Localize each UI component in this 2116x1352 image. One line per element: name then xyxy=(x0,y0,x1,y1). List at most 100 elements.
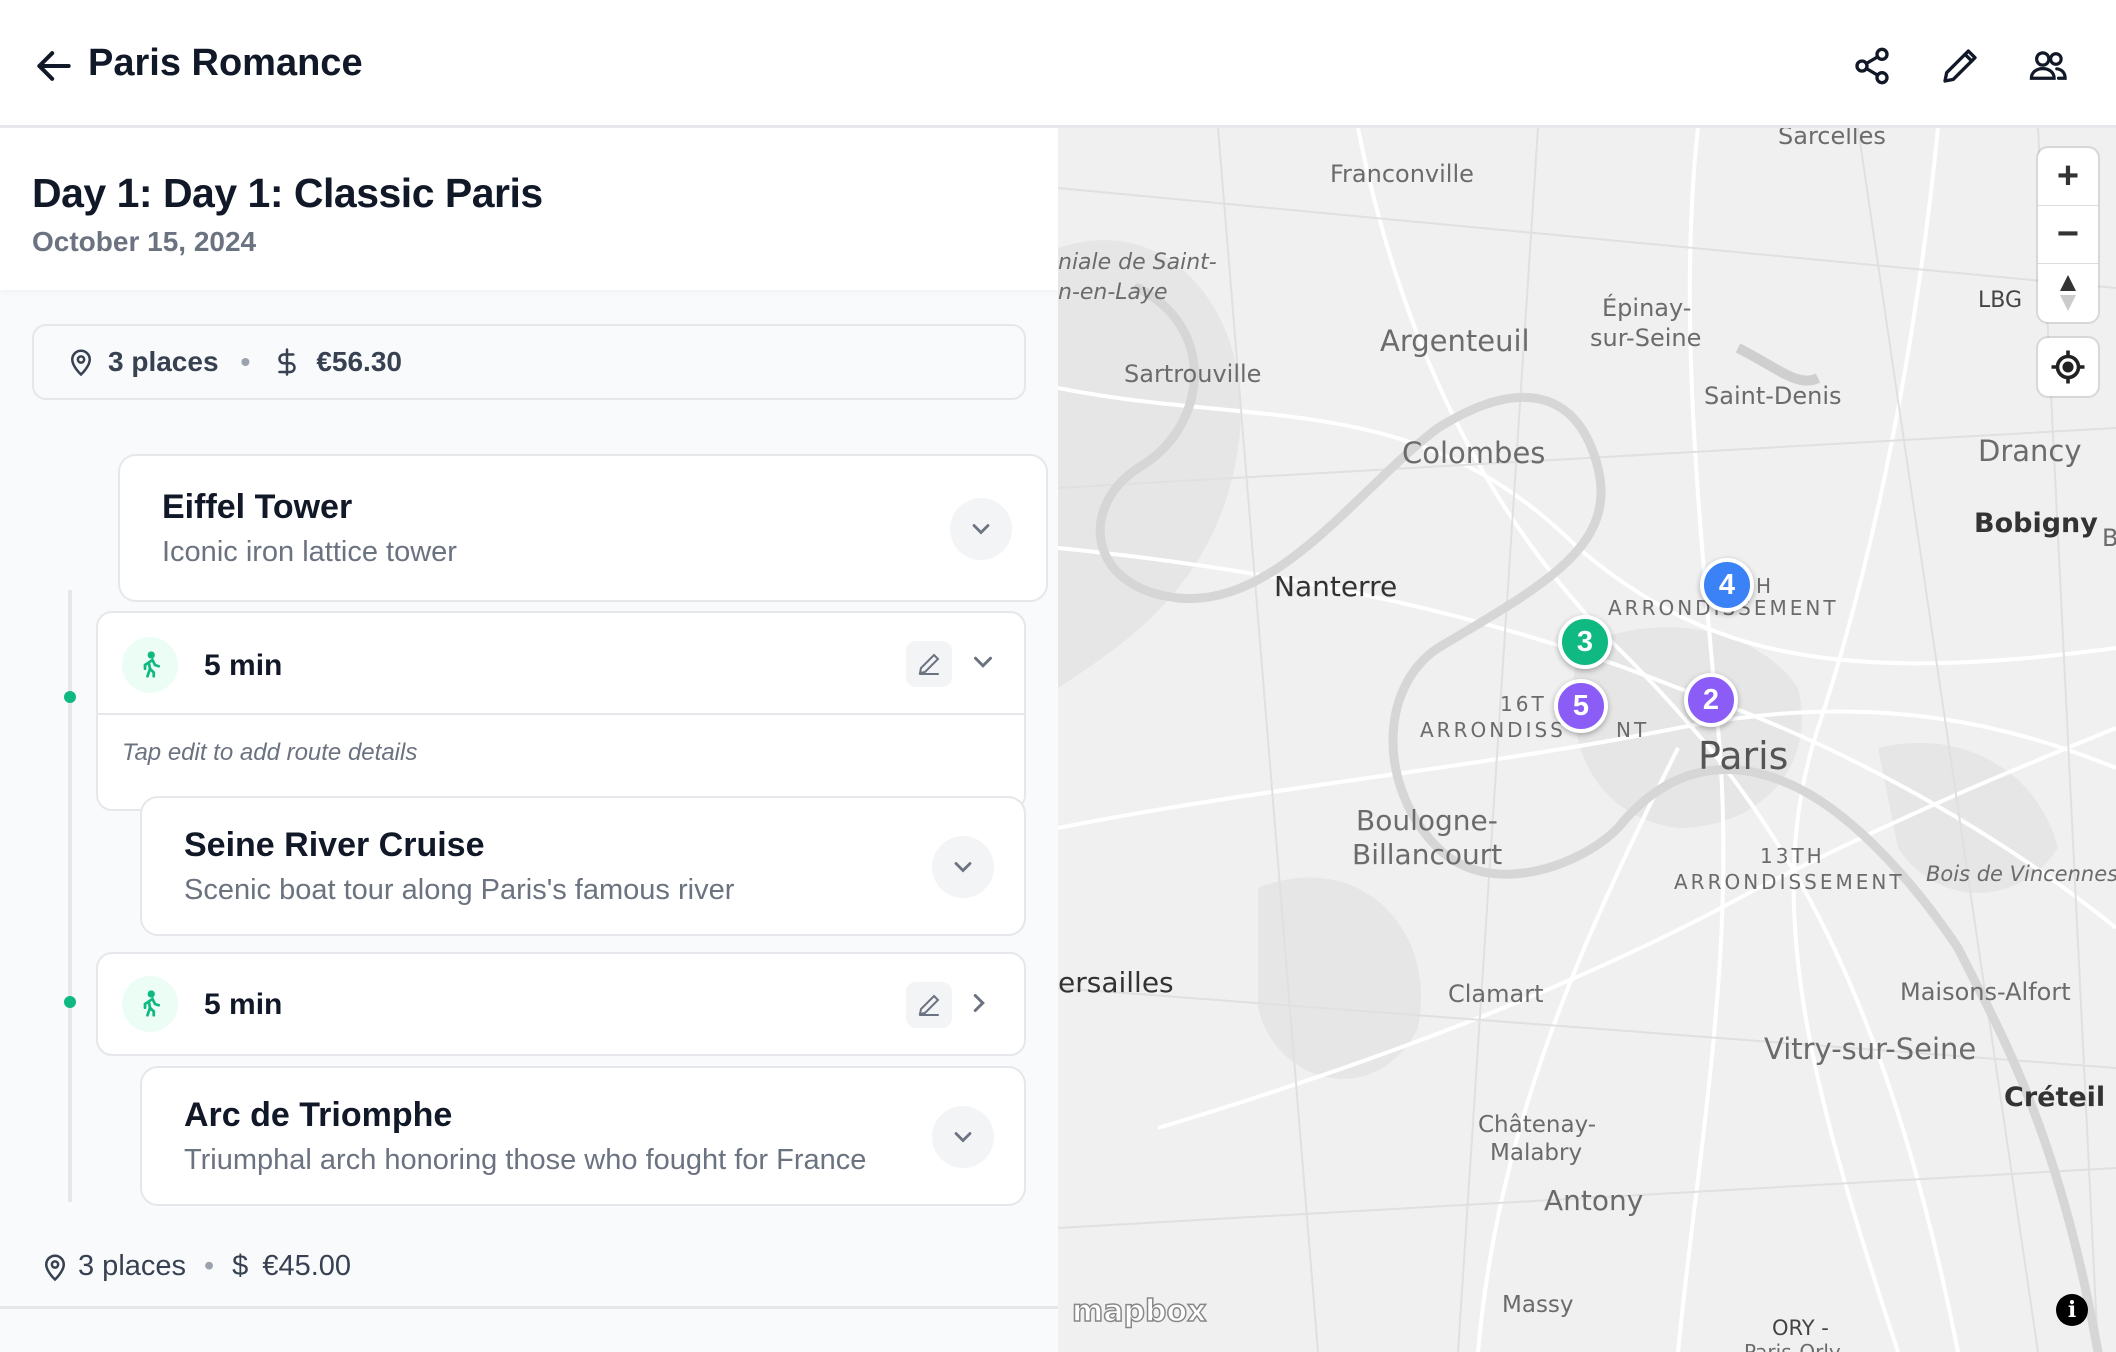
map-label: Sartrouville xyxy=(1124,360,1262,388)
pencil-icon xyxy=(918,653,940,675)
footer-separator: • xyxy=(204,1250,215,1282)
plus-icon: + xyxy=(2056,155,2080,197)
map-pin-icon xyxy=(70,349,92,377)
map-label: ARRONDISS xyxy=(1420,718,1566,742)
map-label: Argenteuil xyxy=(1380,324,1530,358)
map-marker[interactable]: 3 xyxy=(1558,615,1612,669)
walking-icon xyxy=(143,990,161,1017)
map-label: Bobigny xyxy=(1974,508,2098,539)
share-button[interactable] xyxy=(1844,38,1900,94)
map-label: Créteil xyxy=(2004,1082,2106,1113)
collaborators-button[interactable] xyxy=(2020,38,2076,94)
stop-description: Iconic iron lattice tower xyxy=(162,536,457,568)
stop-description: Scenic boat tour along Paris's famous ri… xyxy=(184,874,735,906)
map-label: Bois de Vincennes xyxy=(1926,862,2116,886)
chevron-right-icon xyxy=(973,994,985,1012)
info-icon[interactable]: i xyxy=(2056,1294,2088,1326)
stop-card[interactable]: Seine River Cruise Scenic boat tour alon… xyxy=(140,796,1026,936)
map-label: sur-Seine xyxy=(1590,324,1702,352)
map-label: Franconville xyxy=(1330,160,1474,188)
arrow-left-icon xyxy=(37,51,71,81)
timeline-dot xyxy=(64,996,76,1008)
map-label: Sarcelles xyxy=(1778,128,1886,150)
expand-button[interactable] xyxy=(950,498,1012,560)
map-label: Épinay- xyxy=(1602,294,1692,322)
walking-icon xyxy=(143,651,161,678)
zoom-controls: + − xyxy=(2038,148,2098,322)
edit-route-button[interactable] xyxy=(906,641,952,687)
share-icon xyxy=(1855,47,1889,85)
pencil-icon xyxy=(918,994,940,1016)
users-icon xyxy=(2029,51,2067,80)
map-label: H xyxy=(1756,574,1775,598)
expand-button[interactable] xyxy=(932,1106,994,1168)
map-marker[interactable]: 4 xyxy=(1700,558,1754,612)
itinerary-panel: Day 1: Day 1: Classic Paris October 15, … xyxy=(0,128,1058,1352)
timeline-line xyxy=(68,590,72,930)
map-label: Malabry xyxy=(1490,1140,1583,1166)
day-summary: 3 places • €56.30 xyxy=(32,324,1026,400)
map-label: ORY - xyxy=(1772,1316,1829,1340)
map-label: Nanterre xyxy=(1274,570,1398,603)
divider xyxy=(98,713,1024,715)
stop-name: Arc de Triomphe xyxy=(184,1096,453,1134)
map-label: Saint-Denis xyxy=(1704,382,1842,410)
map-label: B xyxy=(2102,524,2116,552)
trip-title: Paris Romance xyxy=(88,42,363,84)
map-view[interactable]: Sarcelles Franconville niale de Saint- n… xyxy=(1058,128,2116,1352)
compass-icon xyxy=(2060,275,2076,311)
back-button[interactable] xyxy=(32,44,76,88)
locate-button[interactable] xyxy=(2038,338,2098,396)
collapse-route-button[interactable] xyxy=(968,647,998,682)
day-date: October 15, 2024 xyxy=(32,226,257,257)
minus-icon: − xyxy=(2056,213,2080,255)
day-title: Day 1: Day 1: Classic Paris xyxy=(32,170,543,216)
map-pin-icon xyxy=(44,1254,66,1281)
map-label: Clamart xyxy=(1448,980,1544,1008)
route-segment[interactable]: 5 min Tap edit to add route details xyxy=(96,611,1026,811)
summary-cost: €56.30 xyxy=(316,346,402,377)
expand-button[interactable] xyxy=(932,836,994,898)
day-footer-summary: 3 places • $ €45.00 xyxy=(40,1250,351,1283)
map-label: Billancourt xyxy=(1352,838,1503,871)
map-label: Boulogne- xyxy=(1356,804,1498,837)
route-mode xyxy=(122,976,178,1032)
compass-button[interactable] xyxy=(2038,264,2098,322)
edit-route-button[interactable] xyxy=(906,982,952,1028)
map-label: n-en-Laye xyxy=(1058,280,1168,305)
dollar-icon xyxy=(278,348,297,376)
edit-trip-button[interactable] xyxy=(1932,38,1988,94)
map-label: Paris-Orly xyxy=(1744,1340,1841,1352)
chevron-down-icon xyxy=(974,656,992,668)
footer-dollar: $ xyxy=(232,1250,249,1282)
map-marker[interactable]: 2 xyxy=(1684,673,1738,727)
map-label: LBG xyxy=(1978,288,2023,313)
route-segment[interactable]: 5 min xyxy=(96,952,1026,1056)
stop-card[interactable]: Eiffel Tower Iconic iron lattice tower xyxy=(118,454,1048,602)
chevron-down-icon xyxy=(954,862,972,873)
stop-description: Triumphal arch honoring those who fought… xyxy=(184,1144,867,1176)
map-label: ARRONDISSEMENT xyxy=(1674,870,1905,894)
map-label: Châtenay- xyxy=(1478,1112,1597,1138)
top-bar: Paris Romance xyxy=(0,0,2116,128)
map-marker[interactable]: 5 xyxy=(1554,679,1608,733)
stop-card[interactable]: Arc de Triomphe Triumphal arch honoring … xyxy=(140,1066,1026,1206)
map-label: Paris xyxy=(1698,734,1789,778)
expand-route-button[interactable] xyxy=(964,988,994,1023)
map-label: 16T xyxy=(1500,692,1547,716)
chevron-down-icon xyxy=(954,1132,972,1143)
route-hint: Tap edit to add route details xyxy=(122,739,418,766)
stop-name: Eiffel Tower xyxy=(162,488,353,526)
footer-places: 3 places xyxy=(78,1250,187,1282)
timeline-line xyxy=(68,930,72,1202)
summary-separator: • xyxy=(240,346,251,377)
zoom-out-button[interactable]: − xyxy=(2038,206,2098,264)
zoom-in-button[interactable]: + xyxy=(2038,148,2098,206)
locate-control xyxy=(2038,338,2098,396)
mapbox-logo[interactable]: mapbox xyxy=(1071,1293,1207,1330)
map-label: Massy xyxy=(1502,1292,1574,1318)
footer-cost: €45.00 xyxy=(262,1250,352,1282)
stop-name: Seine River Cruise xyxy=(184,826,485,864)
map-basemap xyxy=(1058,128,2116,1352)
map-label: NT xyxy=(1616,718,1650,742)
